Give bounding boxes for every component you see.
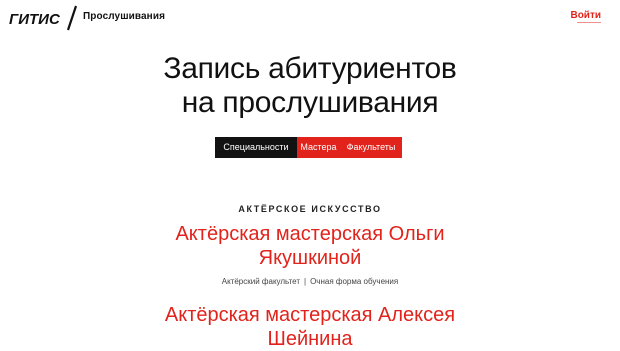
logo-text: ГИТИС [9,11,61,28]
page-title: Запись абитуриентов на прослушивания [0,52,620,120]
site-header: ГИТИС Прослушивания Войти [0,0,620,36]
filter-tabs: Специальности Мастера Факультеты [215,137,402,158]
logo-slash-icon [66,5,78,31]
tab-specialties[interactable]: Специальности [215,137,297,158]
course-title-line-2[interactable]: Шейнина [0,327,620,351]
login-underline [577,22,601,23]
course-title-line-1[interactable]: Актёрская мастерская Алексея [0,303,620,327]
category-label: Актёрское искусство [238,204,382,214]
gitis-logo[interactable]: ГИТИС [9,5,81,31]
course-faculty: Актёрский факультет [221,277,300,286]
course-meta: Актёрский факультет | Очная форма обучения [0,277,620,286]
course-item: Актёрская мастерская Ольги Якушкиной Акт… [0,222,620,286]
page-title-line-2: на прослушивания [181,86,439,119]
course-title-line-2[interactable]: Якушкиной [0,246,620,270]
meta-separator: | [304,277,307,286]
course-title-line-1[interactable]: Актёрская мастерская Ольги [0,222,620,246]
section-name[interactable]: Прослушивания [83,11,165,22]
course-title-link[interactable]: Актёрская мастерская Алексея Шейнина [0,303,620,351]
course-form: Очная форма обучения [310,277,399,286]
tab-faculties[interactable]: Факультеты [340,137,402,158]
course-title-link[interactable]: Актёрская мастерская Ольги Якушкиной [0,222,620,270]
tab-masters[interactable]: Мастера [297,137,340,158]
course-item: Актёрская мастерская Алексея Шейнина [0,303,620,351]
category-heading: Актёрское искусство [0,204,620,214]
login-link[interactable]: Войти [570,10,601,21]
page-title-line-1: Запись абитуриентов [163,52,457,85]
